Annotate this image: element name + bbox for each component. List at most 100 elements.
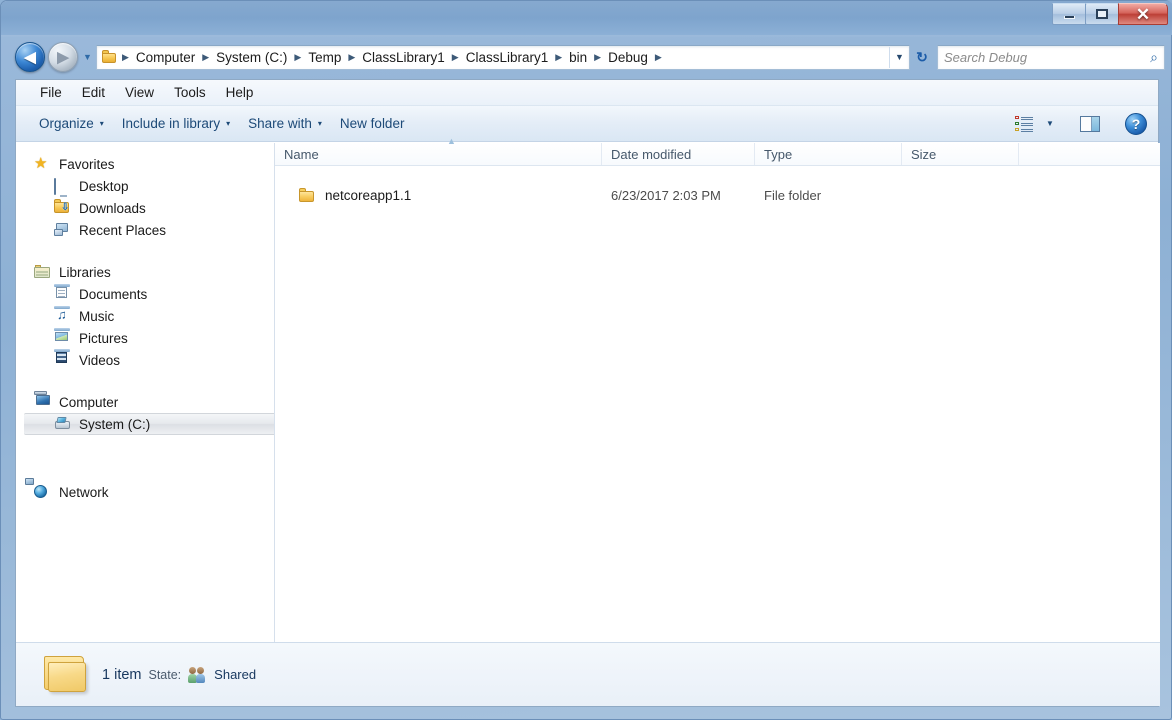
navpane-item-desktop[interactable]: Desktop — [16, 175, 274, 197]
libraries-icon — [34, 264, 52, 280]
navpane-group-favorites[interactable]: ★ Favorites — [16, 153, 274, 175]
organize-button[interactable]: Organize ▾ — [30, 111, 113, 136]
navpane-label-computer: Computer — [59, 394, 119, 410]
window-controls: ✕ — [1052, 3, 1168, 25]
column-header-filler — [1019, 143, 1160, 166]
minimize-button[interactable] — [1052, 3, 1086, 25]
breadcrumb-separator: ▶ — [348, 51, 356, 62]
desktop-icon — [54, 178, 72, 195]
forward-arrow-icon: ▶ — [57, 48, 69, 66]
menu-file[interactable]: File — [30, 82, 72, 103]
navpane-group-network[interactable]: Network — [16, 478, 274, 503]
navpane-item-documents[interactable]: Documents — [16, 283, 274, 305]
navpane-label-desktop: Desktop — [79, 178, 129, 194]
breadcrumb-item-system-c[interactable]: System (C:) — [211, 48, 292, 67]
navpane-gap — [16, 241, 274, 261]
command-toolbar: Organize ▾ Include in library ▾ Share wi… — [16, 106, 1158, 142]
address-bar[interactable]: ▶ Computer ▶ System (C:) ▶ Temp ▶ ClassL… — [96, 44, 910, 70]
breadcrumb-separator: ▶ — [594, 51, 602, 62]
explorer-window: ✕ ◀ ▶ ▼ ▶ Computer ▶ System (C:) ▶ Temp … — [0, 0, 1172, 720]
navpane-group-libraries[interactable]: Libraries — [16, 261, 274, 283]
navpane-item-videos[interactable]: Videos — [16, 349, 274, 371]
navpane-label-documents: Documents — [79, 286, 148, 302]
navpane-label-favorites: Favorites — [59, 156, 115, 172]
menu-edit[interactable]: Edit — [72, 82, 115, 103]
navpane-label-music: Music — [79, 308, 115, 324]
column-header-size[interactable]: Size — [902, 143, 1019, 165]
navpane-item-pictures[interactable]: Pictures — [16, 327, 274, 349]
file-list-view[interactable]: Name ▲ Date modified Type Size netcoreap… — [275, 136, 1160, 662]
table-row[interactable]: netcoreapp1.1 6/23/2017 2:03 PM File fol… — [275, 181, 1160, 209]
file-type-cell: File folder — [764, 187, 822, 203]
status-bar: 1 item State: Shared — [16, 642, 1160, 706]
navpane-label-downloads: Downloads — [79, 200, 146, 216]
navpane-group-computer[interactable]: Computer — [16, 391, 274, 413]
forward-button[interactable]: ▶ — [48, 42, 78, 72]
pictures-icon — [54, 328, 72, 346]
navpane-item-system-c[interactable]: System (C:) — [24, 413, 274, 435]
chevron-down-icon: ▼ — [1046, 119, 1054, 128]
include-in-library-button[interactable]: Include in library ▾ — [113, 111, 239, 136]
search-icon: ⌕ — [1150, 48, 1158, 65]
breadcrumb-item-classlibrary1-inner[interactable]: ClassLibrary1 — [461, 48, 554, 67]
navpane-item-downloads[interactable]: ⇩ Downloads — [16, 197, 274, 219]
folder-icon — [299, 188, 316, 202]
videos-icon — [54, 349, 72, 368]
search-box[interactable]: ⌕ — [937, 44, 1165, 70]
navpane-item-blank[interactable] — [16, 435, 274, 461]
column-header-date-modified[interactable]: Date modified — [602, 143, 755, 165]
breadcrumb-separator: ▶ — [122, 51, 129, 62]
navpane-label-pictures: Pictures — [79, 330, 128, 346]
include-in-library-label: Include in library — [121, 116, 221, 131]
back-button[interactable]: ◀ — [15, 42, 45, 72]
close-button[interactable]: ✕ — [1118, 3, 1168, 25]
status-folder-icon — [42, 654, 90, 696]
navpane-gap — [16, 461, 274, 481]
drive-icon — [54, 416, 72, 432]
share-with-button[interactable]: Share with ▾ — [239, 111, 331, 136]
star-icon: ★ — [34, 155, 48, 172]
downloads-folder-icon: ⇩ — [54, 199, 72, 216]
search-input[interactable] — [944, 49, 1151, 65]
share-with-label: Share with — [248, 116, 312, 131]
new-folder-button[interactable]: New folder — [331, 111, 414, 136]
breadcrumb-item-debug[interactable]: Debug — [603, 48, 653, 67]
menu-view[interactable]: View — [115, 82, 164, 103]
breadcrumb-item-classlibrary1-outer[interactable]: ClassLibrary1 — [357, 48, 450, 67]
help-button[interactable]: ? — [1120, 111, 1152, 137]
view-dropdown-button[interactable]: ▼ — [1040, 111, 1060, 137]
menu-tools[interactable]: Tools — [164, 82, 216, 103]
column-header-type[interactable]: Type — [755, 143, 902, 165]
address-folder-icon[interactable] — [101, 50, 118, 64]
maximize-button[interactable] — [1085, 3, 1119, 25]
computer-icon — [34, 391, 52, 410]
breadcrumb-item-computer[interactable]: Computer — [131, 48, 200, 67]
breadcrumb-item-temp[interactable]: Temp — [303, 48, 346, 67]
address-history-dropdown-icon[interactable]: ▼ — [889, 46, 909, 68]
close-icon: ✕ — [1135, 4, 1151, 24]
breadcrumb-separator: ▶ — [451, 51, 459, 62]
navpane-item-music[interactable]: ♫ Music — [16, 305, 274, 327]
change-view-button[interactable] — [1008, 111, 1040, 137]
breadcrumb-separator: ▶ — [654, 51, 662, 62]
sort-ascending-icon: ▲ — [447, 136, 456, 146]
breadcrumb-item-bin[interactable]: bin — [564, 48, 592, 67]
title-bar[interactable]: ✕ — [1, 1, 1172, 35]
recent-places-icon — [54, 222, 72, 238]
list-top-spacer — [275, 166, 1160, 181]
breadcrumb-separator: ▶ — [555, 51, 563, 62]
file-name-label: netcoreapp1.1 — [325, 187, 412, 203]
column-header-name[interactable]: Name ▲ — [275, 136, 602, 165]
menu-bar: File Edit View Tools Help — [16, 80, 1158, 106]
file-name-cell: netcoreapp1.1 — [275, 188, 602, 203]
menu-help[interactable]: Help — [216, 82, 264, 103]
navpane-item-recent-places[interactable]: Recent Places — [16, 219, 274, 241]
refresh-button[interactable]: ↻ — [910, 46, 934, 69]
minimize-icon — [1063, 16, 1075, 19]
navpane-gap — [16, 371, 274, 391]
navpane-label-system-c: System (C:) — [79, 416, 151, 432]
recent-pages-dropdown[interactable]: ▼ — [81, 52, 94, 62]
body-area: ★ Favorites Desktop ⇩ Downloads Recent P… — [16, 136, 1160, 662]
preview-pane-button[interactable] — [1074, 111, 1106, 137]
navigation-pane[interactable]: ★ Favorites Desktop ⇩ Downloads Recent P… — [16, 143, 275, 662]
